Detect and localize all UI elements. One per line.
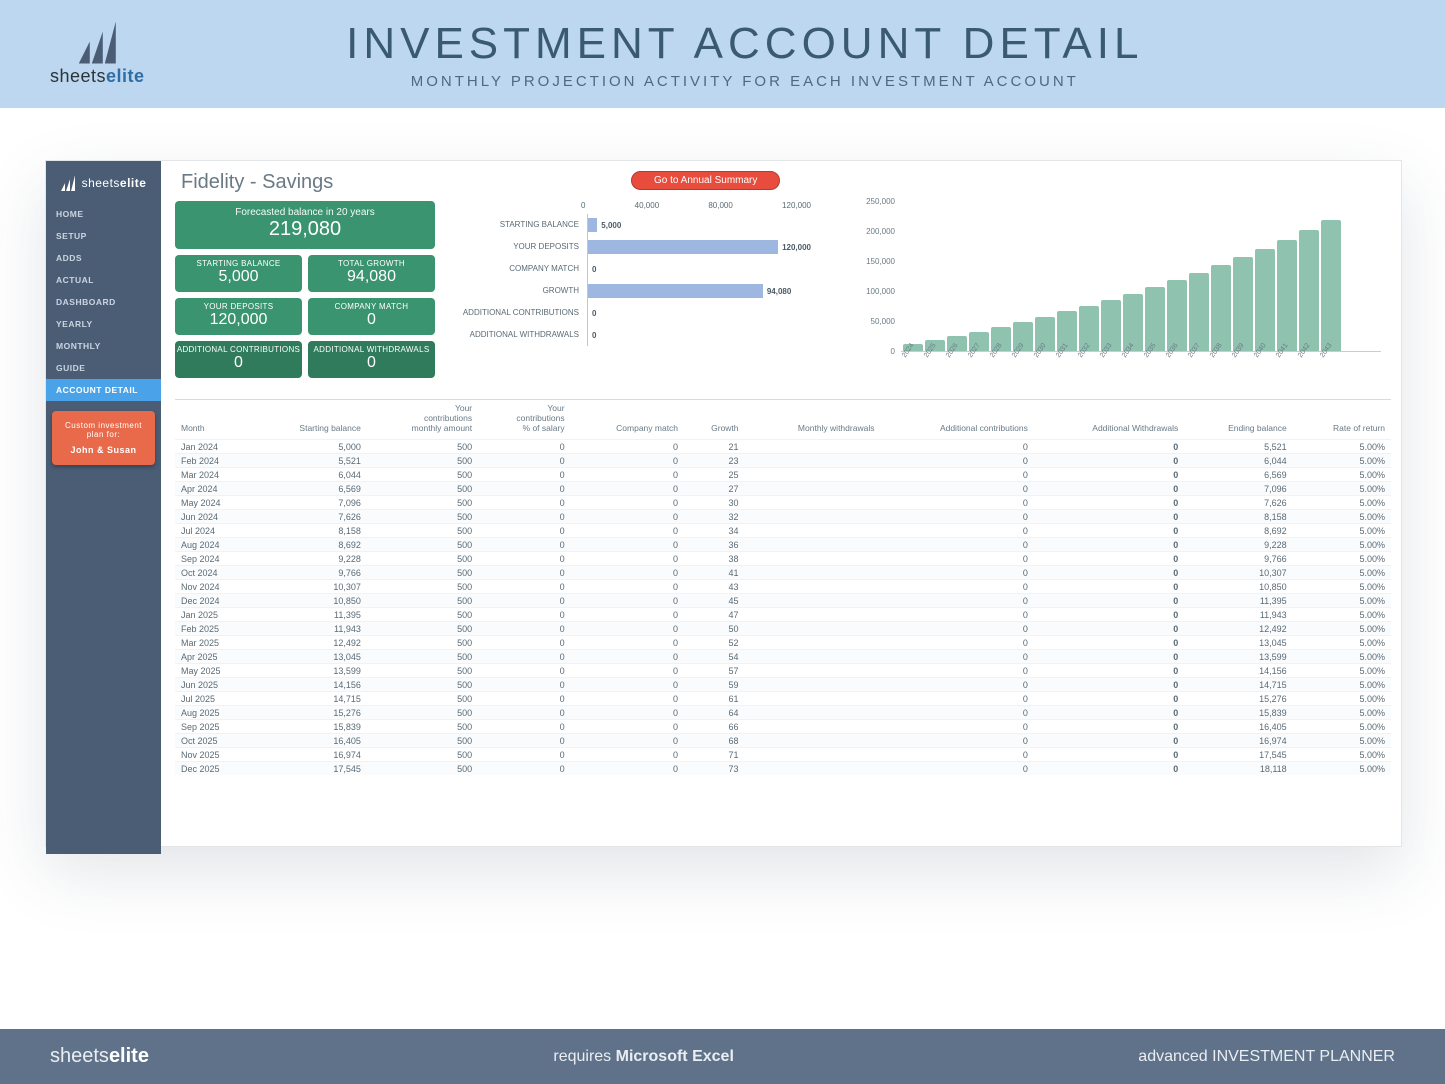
plan-label: Custom investment plan for: [58, 421, 149, 439]
table-row: Mar 202512,49250000520013,0455.00% [175, 636, 1391, 650]
brand-logo: sheetselite [50, 22, 145, 87]
page-title: INVESTMENT ACCOUNT DETAIL [285, 19, 1205, 69]
card-starting-balance: STARTING BALANCE5,000 [175, 255, 302, 292]
sidebar-item-home[interactable]: HOME [46, 203, 161, 225]
table-header: Ending balance [1184, 400, 1292, 440]
table-row: Jul 202514,71550000610015,2765.00% [175, 692, 1391, 706]
sidebar-item-actual[interactable]: ACTUAL [46, 269, 161, 291]
table-row: Jun 20247,6265000032008,1585.00% [175, 510, 1391, 524]
plan-name: John & Susan [58, 445, 149, 455]
table-header: Yourcontributionsmonthly amount [367, 400, 478, 440]
account-title: Fidelity - Savings [181, 171, 333, 194]
column-bar [1299, 230, 1319, 351]
table-row: May 202513,59950000570014,1565.00% [175, 664, 1391, 678]
table-row: Nov 202410,30750000430010,8505.00% [175, 580, 1391, 594]
hbar-row: YOUR DEPOSITS120,000 [461, 236, 811, 258]
annual-summary-button[interactable]: Go to Annual Summary [631, 171, 780, 190]
card-forecast: Forecasted balance in 20 years 219,080 [175, 201, 435, 249]
card-your-deposits: YOUR DEPOSITS120,000 [175, 298, 302, 335]
table-row: Feb 20245,5215000023006,0445.00% [175, 454, 1391, 468]
card-company-match: COMPANY MATCH0 [308, 298, 435, 335]
table-row: Nov 202516,97450000710017,5455.00% [175, 748, 1391, 762]
sidebar-item-yearly[interactable]: YEARLY [46, 313, 161, 335]
table-row: Mar 20246,0445000025006,5695.00% [175, 468, 1391, 482]
column-bar [1255, 249, 1275, 351]
sidebar-logo: sheetselite [46, 175, 161, 191]
column-bar [1277, 240, 1297, 351]
card-additional-withdrawals: ADDITIONAL WITHDRAWALS0 [308, 341, 435, 378]
table-row: Aug 20248,6925000036009,2285.00% [175, 538, 1391, 552]
plan-card: Custom investment plan for: John & Susan [52, 411, 155, 465]
table-header: Starting balance [254, 400, 367, 440]
footer-brand: sheetselite [50, 1045, 149, 1068]
card-additional-contributions: ADDITIONAL CONTRIBUTIONS0 [175, 341, 302, 378]
table-header: Additional Withdrawals [1034, 400, 1184, 440]
hbar-row: ADDITIONAL CONTRIBUTIONS0 [461, 302, 811, 324]
footer-requires: requires Microsoft Excel [553, 1048, 734, 1066]
hbar-row: GROWTH94,080 [461, 280, 811, 302]
page-subtitle: MONTHLY PROJECTION ACTIVITY FOR EACH INV… [285, 73, 1205, 90]
sidebar-item-setup[interactable]: SETUP [46, 225, 161, 247]
table-header: Company match [571, 400, 684, 440]
sidebar-item-guide[interactable]: GUIDE [46, 357, 161, 379]
table-row: Jul 20248,1585000034008,6925.00% [175, 524, 1391, 538]
table-row: Jan 20245,0005000021005,5215.00% [175, 440, 1391, 454]
table-row: Jun 202514,15650000590014,7155.00% [175, 678, 1391, 692]
table-row: Oct 202516,40550000680016,9745.00% [175, 734, 1391, 748]
hbar-row: ADDITIONAL WITHDRAWALS0 [461, 324, 811, 346]
table-header: Yourcontributions% of salary [478, 400, 570, 440]
table-row: Oct 20249,76650000410010,3075.00% [175, 566, 1391, 580]
table-header: Additional contributions [880, 400, 1033, 440]
footer-bar: sheetselite requires Microsoft Excel adv… [0, 1029, 1445, 1084]
spreadsheet-card: sheetselite HOMESETUPADDSACTUALDASHBOARD… [45, 160, 1402, 847]
hbar-row: STARTING BALANCE5,000 [461, 214, 811, 236]
projection-table: MonthStarting balanceYourcontributionsmo… [175, 399, 1391, 846]
table-header: Monthly withdrawals [745, 400, 881, 440]
sidebar-item-account-detail[interactable]: ACCOUNT DETAIL [46, 379, 161, 401]
table-row: May 20247,0965000030007,6265.00% [175, 496, 1391, 510]
sidebar-item-dashboard[interactable]: DASHBOARD [46, 291, 161, 313]
table-header: Rate of return [1293, 400, 1391, 440]
metric-cards: Forecasted balance in 20 years 219,080 S… [175, 201, 435, 384]
table-row: Feb 202511,94350000500012,4925.00% [175, 622, 1391, 636]
hbar-row: COMPANY MATCH0 [461, 258, 811, 280]
sidebar-item-monthly[interactable]: MONTHLY [46, 335, 161, 357]
sidebar: sheetselite HOMESETUPADDSACTUALDASHBOARD… [46, 161, 161, 854]
triangle-bars-icon [61, 175, 76, 191]
table-row: Aug 202515,27650000640015,8395.00% [175, 706, 1391, 720]
table-header: Growth [684, 400, 745, 440]
brand-text: sheetselite [50, 66, 145, 87]
column-bar [1321, 220, 1341, 351]
footer-product: advanced INVESTMENT PLANNER [1138, 1048, 1395, 1066]
table-row: Dec 202410,85050000450011,3955.00% [175, 594, 1391, 608]
table-header: Month [175, 400, 254, 440]
table-row: Apr 20246,5695000027007,0965.00% [175, 482, 1391, 496]
triangle-bars-icon [78, 22, 117, 64]
balance-column-chart: 250,000200,000150,000100,00050,000020242… [851, 201, 1381, 381]
sidebar-item-adds[interactable]: ADDS [46, 247, 161, 269]
breakdown-bar-chart: 040,00080,000120,000STARTING BALANCE5,00… [461, 201, 811, 346]
table-row: Sep 202515,83950000660016,4055.00% [175, 720, 1391, 734]
table-row: Jan 202511,39550000470011,9435.00% [175, 608, 1391, 622]
column-bar [1233, 257, 1253, 351]
table-row: Apr 202513,04550000540013,5995.00% [175, 650, 1391, 664]
table-row: Sep 20249,2285000038009,7665.00% [175, 552, 1391, 566]
top-banner: sheetselite INVESTMENT ACCOUNT DETAIL MO… [0, 0, 1445, 108]
card-total-growth: TOTAL GROWTH94,080 [308, 255, 435, 292]
sidebar-nav: HOMESETUPADDSACTUALDASHBOARDYEARLYMONTHL… [46, 203, 161, 401]
table-row: Dec 202517,54550000730018,1185.00% [175, 762, 1391, 776]
